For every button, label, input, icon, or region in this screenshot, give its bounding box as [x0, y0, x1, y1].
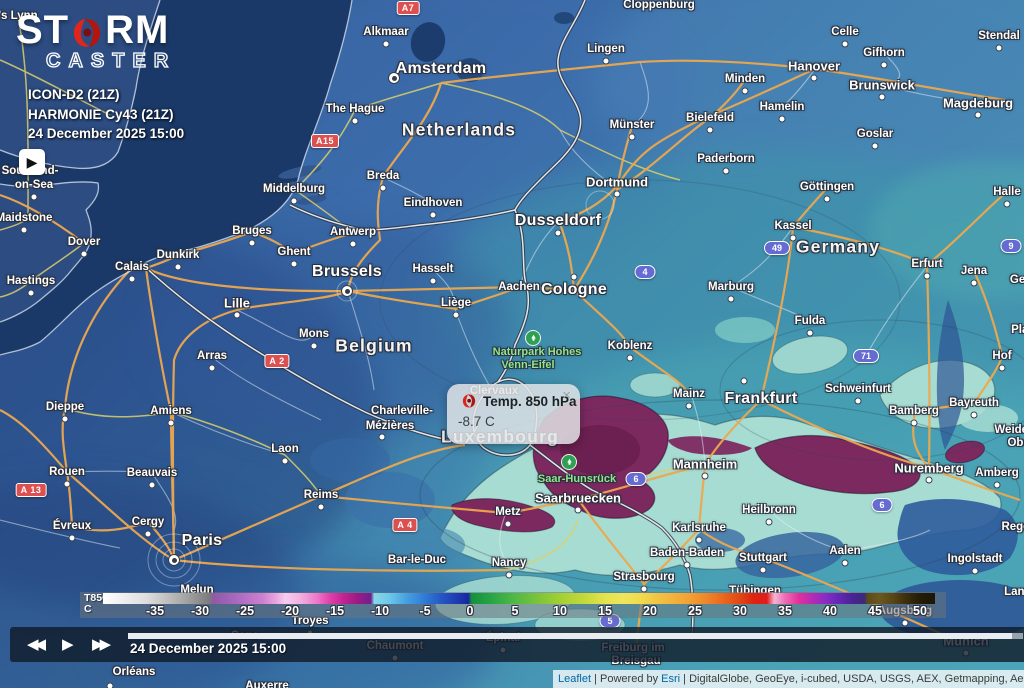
- park-marker[interactable]: [561, 454, 577, 470]
- timeline-date: 24 December 2025 15:00: [130, 641, 286, 656]
- legend-tick: -30: [191, 604, 209, 618]
- legend-color-bar: [103, 593, 935, 604]
- model-info: ICON-D2 (21Z) HARMONIE Cy43 (21Z) 24 Dec…: [28, 85, 184, 144]
- fast-forward-button[interactable]: ▶▶: [92, 637, 107, 652]
- storm-caster-app: 's LynnSouthend-on-SeaMaidstoneDoverHast…: [0, 0, 1024, 688]
- weather-tooltip: Temp. 850 hPa -8.7 C ×: [447, 384, 580, 444]
- legend-tick: 45: [868, 604, 882, 618]
- logo-text-rm: RM: [105, 8, 169, 53]
- legend-tick: -35: [146, 604, 164, 618]
- logo-text-st: ST: [16, 8, 69, 53]
- legend-tick: -5: [419, 604, 430, 618]
- legend-tick: -25: [236, 604, 254, 618]
- storm-icon: [461, 393, 477, 409]
- park-marker[interactable]: [525, 330, 541, 346]
- model-line-3: 24 December 2025 15:00: [28, 124, 184, 144]
- legend-tick: 0: [467, 604, 474, 618]
- storm-logo-icon: [70, 15, 104, 49]
- map-attribution: Leaflet | Powered by Esri | DigitalGlobe…: [553, 670, 1024, 688]
- logo-subtitle: CASTER: [46, 50, 176, 73]
- attribution-separator: |: [591, 673, 600, 685]
- legend-tick: 10: [553, 604, 567, 618]
- play-animation-button[interactable]: ▶: [19, 149, 45, 175]
- tooltip-value: -8.7 C: [458, 414, 580, 429]
- attribution-sources: | DigitalGlobe, GeoEye, i-cubed, USDA, U…: [680, 673, 1024, 685]
- legend-tick: -15: [326, 604, 344, 618]
- legend-tick: 20: [643, 604, 657, 618]
- legend-tick: 25: [688, 604, 702, 618]
- playback-bar: ◀◀ ▶ ▶▶ 24 December 2025 15:00: [10, 627, 1024, 662]
- legend-tick: 35: [778, 604, 792, 618]
- model-line-2: HARMONIE Cy43 (21Z): [28, 105, 184, 125]
- leaflet-link[interactable]: Leaflet: [558, 673, 591, 685]
- model-line-1: ICON-D2 (21Z): [28, 85, 184, 105]
- attribution-powered: Powered by: [600, 673, 661, 685]
- timeline-track[interactable]: [128, 633, 1023, 639]
- close-icon[interactable]: ×: [562, 387, 571, 404]
- legend-tick: 15: [598, 604, 612, 618]
- legend-tick: 40: [823, 604, 837, 618]
- legend-tick: 5: [512, 604, 519, 618]
- legend-tick: 30: [733, 604, 747, 618]
- esri-link[interactable]: Esri: [661, 673, 680, 685]
- legend-tick: -10: [371, 604, 389, 618]
- logo: ST RM CASTER: [16, 8, 176, 73]
- play-button[interactable]: ▶: [62, 637, 74, 652]
- legend-tick: -20: [281, 604, 299, 618]
- timeline-progress: [128, 633, 1012, 639]
- rewind-button[interactable]: ◀◀: [27, 637, 42, 652]
- play-icon: ▶: [27, 154, 38, 171]
- legend-tick: 50: [913, 604, 927, 618]
